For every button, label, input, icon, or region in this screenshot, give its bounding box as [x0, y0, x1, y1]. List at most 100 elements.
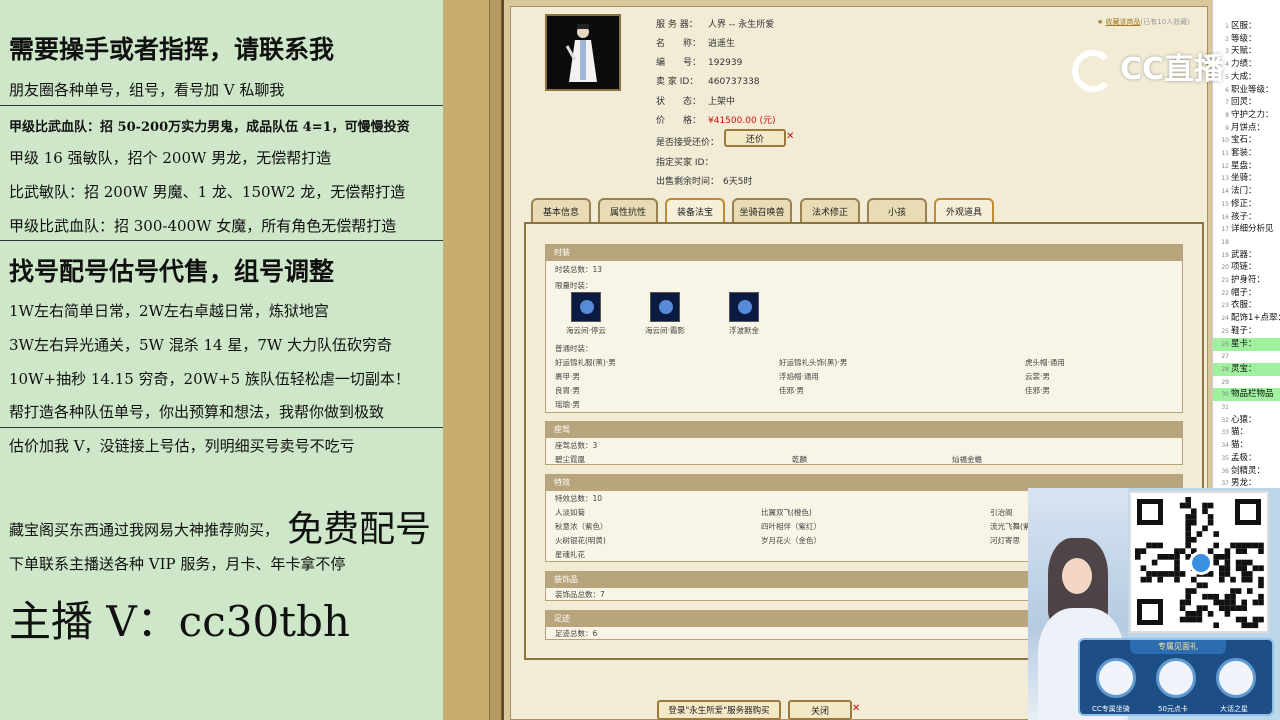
row-number: 35 [1221, 454, 1229, 462]
price-row: 价 格： ¥41500.00 (元) [656, 113, 776, 126]
effect-item: 火树银花(明黄) [555, 536, 606, 545]
ad-line: 免费配号 [287, 509, 432, 550]
logo-text: CC直播 [1120, 52, 1225, 87]
sheet-row[interactable]: 10 宝石： [1213, 134, 1280, 147]
row-number: 17 [1221, 226, 1229, 234]
ride-item: 碧尘霓凰 [555, 455, 585, 464]
row-label: 灵宝： [1231, 363, 1257, 374]
row-number: 1 [1225, 23, 1229, 30]
row-number: 18 [1221, 238, 1229, 246]
character-figure-icon [565, 24, 597, 82]
fashion-icon[interactable] [571, 292, 601, 322]
ad-line: 10W+抽秒 14.15 穷奇，20W+5 族队伍轻松虐一切副本！ [9, 370, 410, 388]
favorite-link[interactable]: ★ 收藏该商品(已有10人收藏) [1097, 17, 1190, 27]
foot-total: 足迹总数：6 [555, 629, 598, 638]
sheet-row[interactable]: 36 剑精灵： [1213, 465, 1280, 478]
sheet-row[interactable]: 28 灵宝： [1213, 362, 1280, 376]
row-number: 7 [1225, 99, 1229, 107]
seller-row: 卖 家 ID： 460737338 [656, 74, 760, 87]
label: 卖 家 ID： [656, 77, 699, 87]
divider [0, 105, 443, 106]
row-number: 21 [1221, 277, 1229, 284]
effect-item: 星魂礼花 [555, 550, 585, 559]
sheet-row[interactable]: 27 [1213, 350, 1280, 363]
sheet-row[interactable]: 7 回灵： [1213, 96, 1280, 109]
sheet-row[interactable]: 21 护身符： [1213, 274, 1280, 287]
sheet-row[interactable]: 12 星盘： [1213, 160, 1280, 173]
row-number: 23 [1221, 302, 1229, 310]
fashion-item: 佳邪·男 [779, 386, 804, 395]
ad-line: 藏宝阁买东西通过我网易大神推荐购买， [9, 521, 280, 539]
tab-basic[interactable]: 基本信息 [531, 198, 591, 222]
sheet-row[interactable]: 35 孟极： [1213, 452, 1280, 465]
row-label: 等级： [1231, 33, 1257, 44]
fashion-icon-label: 海云间·霜影 [645, 326, 685, 335]
ad-line: 下单联系主播送各种 VIP 服务，月卡、年卡拿不停 [9, 555, 346, 573]
row-number: 32 [1221, 416, 1229, 424]
row-number: 24 [1221, 315, 1229, 323]
gift-label: 50元点卡 [1158, 705, 1188, 713]
row-label: 星盘： [1231, 160, 1257, 171]
sheet-row[interactable]: 18 [1213, 236, 1280, 249]
sheet-row[interactable]: 22 帽子： [1213, 287, 1280, 300]
effect-item: 引治阁 [990, 508, 1013, 517]
fashion-limited-label: 限量时装： [555, 281, 593, 290]
sheet-row[interactable]: 33 猫： [1213, 426, 1280, 439]
fashion-icon[interactable] [729, 292, 759, 322]
fashion-icon[interactable] [650, 292, 680, 322]
tab-attributes[interactable]: 属性抗性 [598, 198, 658, 222]
sheet-row[interactable]: 25 鞋子： [1213, 325, 1280, 338]
gift-banner[interactable]: 专属见面礼 CC专属坐骑 50元点卡 大话之星 [1078, 638, 1274, 716]
sheet-row[interactable]: 17 详细分析见 [1213, 223, 1280, 236]
ride-section: 座驾 [545, 421, 1183, 465]
sheet-row[interactable]: 16 孩子： [1213, 211, 1280, 224]
row-number: 16 [1221, 213, 1229, 221]
row-label: 猫： [1231, 427, 1249, 438]
row-number: 28 [1221, 365, 1229, 373]
tab-equipment[interactable]: 装备法宝 [665, 198, 725, 222]
sheet-row[interactable]: 31 [1213, 401, 1280, 414]
row-label: 守护之力： [1231, 109, 1274, 120]
sheet-row[interactable]: 9 月饼点： [1213, 122, 1280, 135]
ad-line: 比武敏队：招 200W 男魔、1 龙、150W2 龙，无偿帮打造 [9, 183, 406, 201]
row-number: 33 [1221, 429, 1229, 437]
login-buy-button[interactable]: 登录"永生所爱"服务器购买 [657, 700, 781, 720]
sheet-row[interactable]: 23 衣服： [1213, 299, 1280, 312]
tab-appearance[interactable]: 外观道具 [934, 198, 994, 222]
server-row: 服 务 器： 人界 -- 永生所爱 [656, 17, 774, 30]
tab-mounts[interactable]: 坐骑召唤兽 [732, 198, 792, 222]
bargain-button[interactable]: 还价 [724, 129, 786, 147]
sheet-row[interactable]: 24配饰1+点翠： [1213, 312, 1280, 325]
sheet-row[interactable]: 8 守护之力： [1213, 109, 1280, 122]
row-number: 14 [1221, 188, 1229, 196]
row-number: 11 [1221, 150, 1229, 157]
name-value: 逍遥生 [708, 39, 736, 49]
sheet-row[interactable]: 15 修正： [1213, 198, 1280, 211]
sheet-row[interactable]: 29 [1213, 376, 1280, 389]
sheet-row[interactable]: 1 区服： [1213, 20, 1280, 33]
close-button[interactable]: 关闭 [788, 700, 852, 720]
sheet-row[interactable]: 32 心猿： [1213, 414, 1280, 427]
sheet-row[interactable]: 19 武器： [1213, 249, 1280, 262]
deco-total: 装饰品总数：7 [555, 590, 605, 599]
sheet-row[interactable]: 30 物品栏物品 [1213, 388, 1280, 402]
sheet-row[interactable]: 14 法门： [1213, 185, 1280, 198]
sheet-row[interactable]: 26 星卡： [1213, 337, 1280, 351]
row-label: 区服： [1231, 21, 1257, 31]
sheet-row[interactable]: 20 项链： [1213, 261, 1280, 274]
row-label: 孩子： [1231, 211, 1257, 222]
sheet-row[interactable]: 34 猫： [1213, 439, 1280, 452]
effect-item: 比翼双飞(橙色) [761, 508, 812, 517]
qr-code[interactable] [1129, 491, 1269, 633]
row-number: 15 [1221, 200, 1229, 208]
tab-spells[interactable]: 法术修正 [800, 198, 860, 222]
tab-child[interactable]: 小孩 [867, 198, 927, 222]
row-label: 修正： [1231, 198, 1257, 209]
divider [0, 240, 443, 241]
row-number: 22 [1221, 289, 1229, 297]
sheet-row[interactable]: 13 坐骑： [1213, 172, 1280, 185]
effect-item: 四叶相伴（紫红） [761, 522, 821, 531]
row-label: 武器： [1231, 249, 1257, 260]
sheet-row[interactable]: 11 套装： [1213, 147, 1280, 160]
row-number: 26 [1221, 340, 1229, 348]
